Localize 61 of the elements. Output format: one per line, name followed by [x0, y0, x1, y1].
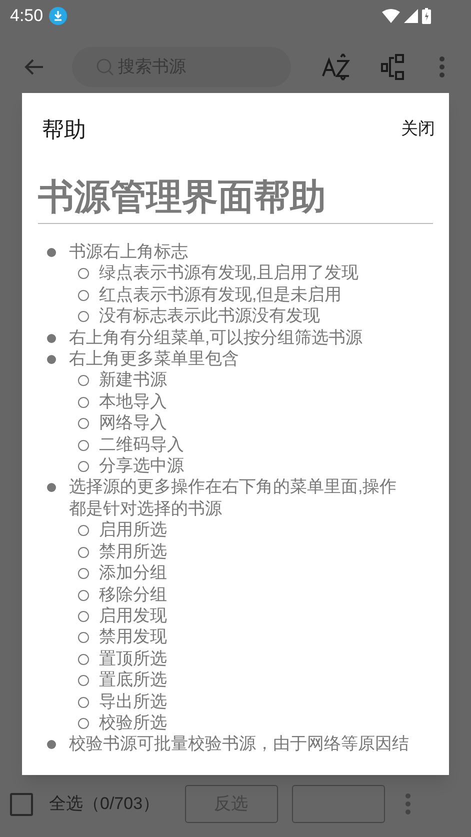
bullet-icon [78, 590, 89, 600]
list-text: 置顶所选 [99, 648, 167, 670]
list-text: 启用发现 [99, 604, 167, 626]
bullet-icon [47, 355, 56, 364]
battery-icon [422, 8, 431, 24]
list-text: 置底所选 [99, 669, 167, 691]
list-text: 新建书源 [99, 369, 167, 391]
bullet-icon [78, 675, 89, 686]
bullet-icon [78, 632, 89, 644]
list-text: 选择源的更多操作在右下角的菜单里面,操作都是针对选择的书源 [69, 476, 398, 520]
status-time: 4:50 [10, 5, 44, 28]
bullet-icon [47, 740, 56, 750]
list-text: 导出所选 [99, 690, 167, 712]
list-text: 校验所选 [99, 712, 167, 734]
select-all-checkbox[interactable] [10, 792, 33, 816]
download-icon [49, 7, 68, 25]
bullet-icon [78, 461, 89, 472]
list-text: 红点表示书源有发现,但是未启用 [99, 284, 342, 306]
list-text: 本地导入 [99, 390, 167, 412]
list-text: 书源右上角标志 [69, 241, 189, 262]
bullet-icon [78, 610, 89, 622]
sort-icon[interactable] [321, 52, 351, 82]
bullet-icon [78, 696, 89, 708]
bullet-icon [78, 654, 89, 665]
bullet-icon [78, 311, 89, 322]
select-all-label: 全选（0/703） [49, 793, 160, 816]
more-icon[interactable] [439, 56, 445, 78]
bullet-icon [78, 290, 89, 301]
list-text: 网络导入 [99, 412, 167, 434]
bullet-icon [78, 268, 89, 280]
wifi-icon [382, 9, 400, 23]
list-text: 添加分组 [99, 562, 167, 584]
list-text: 启用所选 [99, 519, 167, 541]
list-text: 分享选中源 [99, 455, 184, 476]
bullet-icon [78, 396, 89, 408]
close-button[interactable]: 关闭 [401, 116, 435, 142]
list-text: 右上角有分组菜单,可以按分组筛选书源 [69, 326, 364, 348]
bullet-icon [78, 546, 89, 558]
signal-icon [404, 9, 418, 23]
bullet-icon [47, 248, 56, 257]
dialog-title: 帮助 [42, 116, 86, 144]
bullet-icon [78, 718, 89, 729]
list-text: 没有标志表示此书源没有发现 [99, 305, 320, 327]
list-text: 移除分组 [99, 584, 167, 605]
list-text: 禁用发现 [99, 626, 167, 648]
bullet-icon [78, 375, 89, 386]
bullet-icon [47, 483, 56, 492]
action-button[interactable] [292, 785, 385, 823]
bullet-icon [78, 418, 89, 430]
bullet-icon [78, 440, 89, 451]
help-heading: 书源管理界面帮助 [38, 176, 326, 217]
bullet-icon [47, 334, 56, 343]
bullet-icon [78, 568, 89, 580]
list-text: 禁用所选 [99, 540, 167, 562]
list-text: 绿点表示书源有发现,且启用了发现 [99, 262, 359, 284]
list-text: 右上角更多菜单里包含 [69, 348, 240, 370]
list-text: 校验书源可批量校验书源，由于网络等原因结 [69, 733, 410, 755]
list-text: 二维码导入 [99, 434, 184, 456]
bullet-icon [78, 525, 89, 536]
more-icon[interactable] [404, 793, 411, 815]
group-icon[interactable] [381, 54, 407, 80]
